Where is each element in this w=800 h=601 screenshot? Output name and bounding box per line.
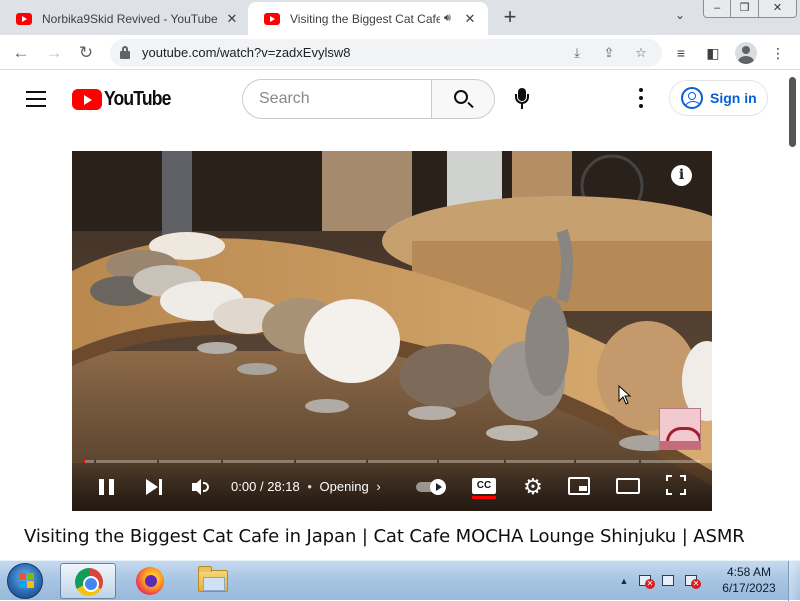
- theater-mode-icon[interactable]: [616, 478, 640, 494]
- side-panel-icon[interactable]: ◧: [702, 42, 724, 64]
- address-bar[interactable]: youtube.com/watch?v=zadxEvylsw8 ⤓ ⇪ ☆: [110, 39, 662, 67]
- windows-explorer-folder-icon: [198, 566, 228, 592]
- settings-kebab-icon[interactable]: [630, 87, 652, 109]
- autoplay-toggle[interactable]: [416, 479, 450, 495]
- settings-gear-icon[interactable]: ⚙: [522, 475, 544, 499]
- forward-arrow-icon[interactable]: →: [42, 41, 66, 65]
- tab-close-icon[interactable]: ✕: [462, 11, 478, 27]
- tab-close-icon[interactable]: ✕: [224, 11, 240, 27]
- youtube-play-logo-icon: [72, 88, 102, 110]
- time-display: 0:00 / 28:18 • Opening ›: [231, 479, 381, 494]
- windows-orb-icon: [7, 563, 43, 599]
- microphone-icon[interactable]: [510, 85, 534, 113]
- new-tab-button[interactable]: +: [498, 4, 522, 30]
- youtube-logo[interactable]: YouTube: [72, 88, 180, 110]
- close-window-button[interactable]: ✕: [759, 0, 796, 17]
- clock-date: 6/17/2023: [722, 581, 776, 595]
- tab-audio-icon[interactable]: 🔊︎: [444, 12, 458, 25]
- player-controls: 0:00 / 28:18 • Opening › CC ⚙: [72, 463, 712, 511]
- channel-watermark-logo[interactable]: [659, 408, 701, 450]
- time-separator: /: [259, 479, 264, 494]
- volume-icon[interactable]: [190, 475, 214, 499]
- bookmark-star-icon[interactable]: ☆: [632, 44, 650, 62]
- subtitles-cc-button[interactable]: CC: [472, 478, 496, 499]
- taskbar-explorer[interactable]: [185, 563, 241, 599]
- search-icon: [454, 90, 468, 104]
- taskbar-firefox[interactable]: [122, 563, 178, 599]
- volume-muted-icon[interactable]: ✕: [683, 573, 701, 589]
- account-icon: [681, 87, 703, 109]
- browser-tab-strip: Norbika9Skid Revived - YouTube ✕ Visitin…: [0, 0, 800, 35]
- search-button[interactable]: [431, 79, 495, 119]
- tab-title: Norbika9Skid Revived - YouTube: [42, 11, 218, 26]
- chapter-title[interactable]: Opening: [320, 479, 369, 494]
- hamburger-menu-icon[interactable]: [26, 91, 46, 107]
- media-controls-icon[interactable]: ≡: [670, 42, 692, 64]
- lock-icon[interactable]: [120, 46, 130, 59]
- windows-taskbar: ▲ ✕ ✕ 4:58 AM 6/17/2023: [0, 560, 800, 601]
- browser-toolbar: ← → ↻ youtube.com/watch?v=zadxEvylsw8 ⤓ …: [0, 35, 800, 70]
- video-player[interactable]: i 0:00 / 28:18 • Opening › CC ⚙: [72, 151, 712, 511]
- window-controls: – ❐ ✕: [703, 0, 797, 18]
- pause-icon[interactable]: [98, 475, 116, 499]
- youtube-favicon-icon: [264, 12, 280, 25]
- firefox-icon: [136, 567, 164, 595]
- share-icon[interactable]: ⇪: [600, 44, 618, 62]
- url-text[interactable]: youtube.com/watch?v=zadxEvylsw8: [142, 45, 350, 60]
- search-box[interactable]: [242, 79, 432, 119]
- start-button[interactable]: [3, 562, 47, 600]
- scrollbar-thumb[interactable]: [789, 77, 796, 147]
- video-frame-cats-eating: [72, 151, 712, 511]
- fullscreen-icon[interactable]: [666, 475, 686, 495]
- info-icon[interactable]: i: [671, 165, 692, 186]
- sign-in-button[interactable]: Sign in: [669, 80, 768, 116]
- network-icon[interactable]: [660, 573, 678, 589]
- video-title: Visiting the Biggest Cat Cafe in Japan |…: [24, 526, 745, 547]
- search-input[interactable]: [243, 80, 431, 118]
- page-scrollbar[interactable]: [786, 71, 800, 560]
- youtube-header: YouTube Sign in: [0, 71, 786, 126]
- sign-in-label: Sign in: [710, 90, 757, 106]
- cc-active-indicator: [472, 496, 496, 499]
- clock-time: 4:58 AM: [726, 565, 772, 579]
- show-hidden-icons-icon[interactable]: ▲: [616, 576, 632, 586]
- restore-button[interactable]: ❐: [731, 0, 759, 17]
- tab-search-chevron-icon[interactable]: ⌄: [670, 8, 690, 28]
- time-current: 0:00: [231, 479, 257, 494]
- show-desktop-button[interactable]: [788, 561, 800, 601]
- browser-tab-cat-cafe[interactable]: Visiting the Biggest Cat Cafe 🔊︎ ✕: [248, 2, 488, 35]
- next-video-icon[interactable]: [144, 475, 164, 499]
- action-center-flag-icon[interactable]: ✕: [637, 573, 655, 589]
- youtube-favicon-icon: [16, 12, 32, 25]
- time-total: 28:18: [267, 479, 300, 494]
- browser-tab-norbika[interactable]: Norbika9Skid Revived - YouTube ✕: [0, 2, 250, 35]
- tab-title: Visiting the Biggest Cat Cafe: [290, 11, 440, 26]
- install-app-icon[interactable]: ⤓: [568, 44, 586, 62]
- reload-icon[interactable]: ↻: [74, 41, 98, 65]
- bullet-separator: •: [307, 479, 312, 494]
- minimize-button[interactable]: –: [704, 0, 732, 17]
- chrome-icon: [75, 568, 103, 596]
- miniplayer-icon[interactable]: [568, 477, 590, 495]
- mouse-cursor-icon: [618, 385, 632, 405]
- chevron-right-icon[interactable]: ›: [376, 479, 380, 494]
- taskbar-chrome[interactable]: [60, 563, 116, 599]
- youtube-logo-text: YouTube: [104, 87, 171, 110]
- profile-avatar-icon[interactable]: [735, 42, 757, 64]
- back-arrow-icon[interactable]: ←: [9, 41, 33, 65]
- cc-icon: CC: [472, 478, 496, 494]
- system-tray: ▲ ✕ ✕: [616, 569, 701, 593]
- chrome-menu-icon[interactable]: ⋮: [767, 42, 789, 64]
- system-clock[interactable]: 4:58 AM 6/17/2023: [716, 564, 782, 596]
